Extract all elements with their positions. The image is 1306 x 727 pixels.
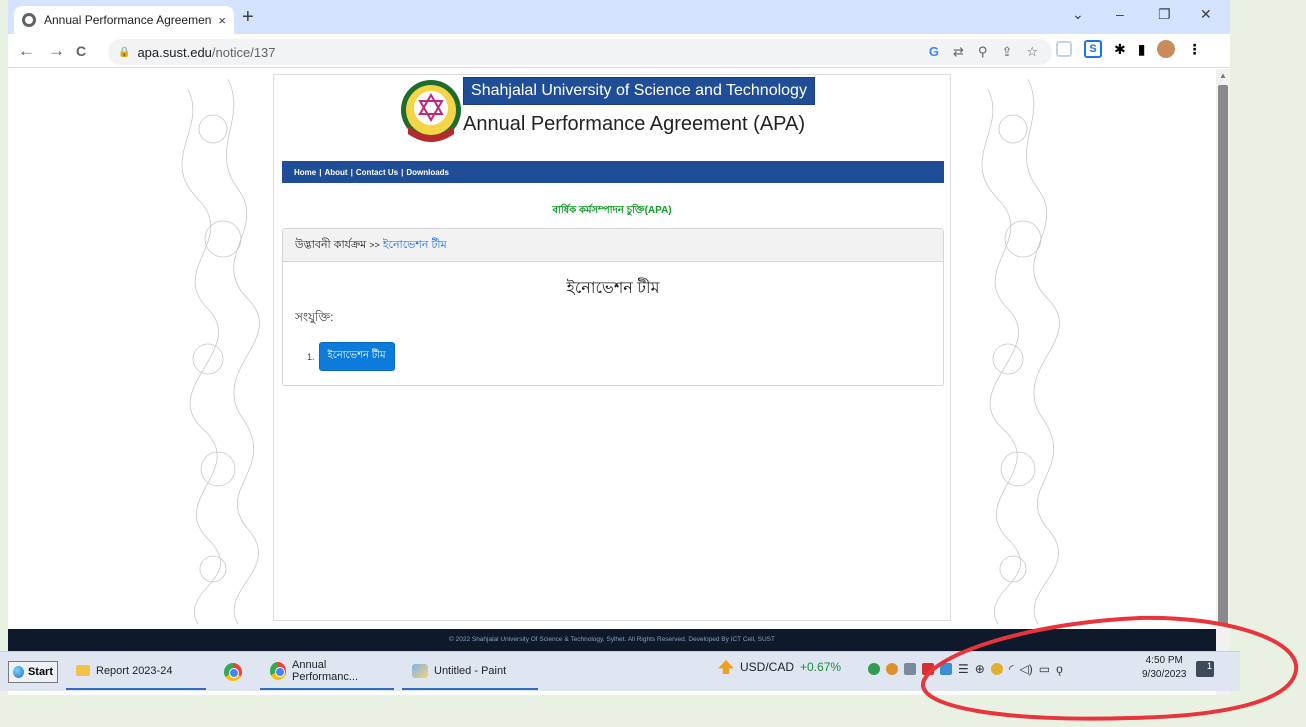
- share-icon[interactable]: ⇪: [1001, 44, 1012, 60]
- chrome-icon: [270, 661, 287, 680]
- taskbar-item-label: Annual Performanc...: [292, 658, 359, 683]
- breadcrumb-current-link[interactable]: ইনোভেশন টীম: [383, 236, 447, 255]
- url-host: apa.sust.edu: [137, 44, 212, 60]
- bookmark-star-icon[interactable]: ☆: [1026, 44, 1038, 60]
- ticker-symbol: USD/CAD: [740, 660, 795, 674]
- scrollbar-thumb[interactable]: [1218, 85, 1228, 625]
- taskbar-item-report[interactable]: Report 2023-24: [66, 654, 206, 690]
- nav-separator: |: [319, 167, 322, 177]
- system-tray: ☰ ⊕ ◜ ◁) ▭ ǫ: [868, 662, 1063, 676]
- url-path: /notice/137: [211, 44, 276, 60]
- extensions-area: S ✱ ▮ ⋮: [1056, 40, 1201, 58]
- system-clock[interactable]: 4:50 PM 9/30/2023: [1142, 654, 1187, 682]
- tray-list-icon[interactable]: ☰: [958, 662, 969, 676]
- nav-separator: |: [350, 167, 353, 177]
- ticker-change: +0.67%: [800, 660, 842, 674]
- chrome-icon: [224, 662, 242, 681]
- apa-bangla-heading: বার্ষিক কর্মসম্পাদন চুক্তি(APA): [552, 205, 672, 216]
- site-navbar: Home | About | Contact Us | Downloads: [282, 161, 944, 183]
- minimize-button[interactable]: –: [1116, 6, 1124, 22]
- clock-time: 4:50 PM: [1145, 655, 1183, 666]
- tray-app-icon[interactable]: [990, 663, 1003, 675]
- clock-date: 9/30/2023: [1142, 669, 1187, 680]
- battery-icon[interactable]: ▭: [1039, 662, 1050, 676]
- tab-title: Annual Performance Agreement: [44, 13, 213, 27]
- content-card: Shahjalal University of Science and Tech…: [273, 74, 951, 621]
- breadcrumb: উদ্ভাবনী কার্যক্রম >> ইনোভেশন টীম: [283, 229, 943, 262]
- tray-app-icon[interactable]: [922, 663, 934, 675]
- taskbar-item-browser[interactable]: Annual Performanc...: [260, 654, 394, 690]
- zoom-icon[interactable]: ⚲: [978, 44, 988, 60]
- page-footer: © 2022 Shahjalal University Of Science &…: [8, 629, 1216, 651]
- taskbar-item-label: Untitled - Paint: [434, 664, 507, 677]
- notification-center-button[interactable]: 1: [1196, 661, 1214, 677]
- extension-icon[interactable]: [1056, 41, 1072, 57]
- volume-icon[interactable]: ◁): [1019, 662, 1032, 676]
- nav-downloads[interactable]: Downloads: [406, 168, 449, 177]
- folder-icon: [76, 665, 90, 676]
- scroll-up-icon[interactable]: ▲: [1219, 71, 1227, 80]
- notice-title: ইনোভেশন টীম: [566, 280, 660, 297]
- breadcrumb-parent: উদ্ভাবনী কার্যক্রম: [295, 238, 367, 251]
- close-window-button[interactable]: ✕: [1200, 6, 1212, 23]
- tray-app-icon[interactable]: [904, 663, 916, 675]
- browser-toolbar: ← → C 🔒 apa.sust.edu /notice/137 G ⇄ ⚲ ⇪…: [8, 34, 1230, 68]
- nav-separator: |: [401, 167, 404, 177]
- university-logo: [401, 80, 461, 142]
- back-button[interactable]: ←: [18, 41, 35, 61]
- windows-orb-icon: [13, 665, 24, 678]
- side-panel-icon[interactable]: ▮: [1138, 41, 1146, 58]
- vertical-scrollbar[interactable]: ▲ ▼: [1216, 69, 1230, 695]
- menu-icon[interactable]: ⋮: [1187, 41, 1201, 58]
- notice-panel: উদ্ভাবনী কার্যক্রম >> ইনোভেশন টীম ইনোভেশ…: [282, 228, 944, 386]
- attachment-item: 1. ইনোভেশন টীম: [307, 342, 395, 371]
- network-globe-icon[interactable]: ⊕: [975, 662, 985, 676]
- puzzle-icon[interactable]: ✱: [1114, 41, 1126, 58]
- translate-icon[interactable]: ⇄: [953, 44, 964, 60]
- language-icon[interactable]: ǫ: [1056, 662, 1063, 676]
- chevron-down-icon[interactable]: ⌄: [1072, 6, 1084, 23]
- globe-icon: [22, 13, 36, 27]
- lock-icon[interactable]: 🔒: [118, 47, 130, 58]
- tray-app-icon[interactable]: [886, 663, 898, 675]
- profile-avatar[interactable]: [1157, 40, 1176, 58]
- browser-window: Annual Performance Agreement × + ⌄ – ❐ ✕…: [8, 0, 1230, 695]
- tab-close-icon[interactable]: ×: [218, 13, 226, 28]
- site-title: Annual Performance Agreement (APA): [463, 113, 806, 135]
- wifi-icon[interactable]: ◜: [1009, 662, 1014, 676]
- tray-app-icon[interactable]: [940, 663, 952, 675]
- trend-up-icon: [718, 660, 734, 674]
- nav-contact[interactable]: Contact Us: [356, 168, 398, 177]
- attachments-label: সংযুক্তি:: [295, 310, 334, 324]
- start-label: Start: [27, 665, 53, 678]
- forward-button[interactable]: →: [48, 41, 65, 61]
- taskbar-item-label: Report 2023-24: [96, 664, 173, 677]
- nav-home[interactable]: Home: [294, 168, 316, 177]
- university-name-banner: Shahjalal University of Science and Tech…: [463, 77, 815, 105]
- attachment-download-button[interactable]: ইনোভেশন টীম: [318, 342, 395, 371]
- taskbar-item-paint[interactable]: Untitled - Paint: [402, 654, 538, 690]
- start-button[interactable]: Start: [8, 660, 58, 683]
- tab-active[interactable]: Annual Performance Agreement ×: [14, 6, 234, 34]
- taskbar-item-chrome-pinned[interactable]: [214, 654, 252, 690]
- reload-button[interactable]: C: [76, 43, 86, 59]
- address-bar[interactable]: 🔒 apa.sust.edu /notice/137 G ⇄ ⚲ ⇪ ☆: [108, 39, 1052, 65]
- google-lens-icon[interactable]: G: [929, 44, 939, 60]
- nav-about[interactable]: About: [324, 168, 347, 177]
- restore-button[interactable]: ❐: [1158, 6, 1171, 23]
- tab-strip: Annual Performance Agreement × + ⌄ – ❐ ✕: [8, 0, 1230, 34]
- tray-app-icon[interactable]: [868, 663, 880, 675]
- taskbar: Start Report 2023-24 Annual Performanc..…: [0, 651, 1240, 691]
- page-viewport: Shahjalal University of Science and Tech…: [8, 69, 1216, 695]
- currency-ticker[interactable]: USD/CAD +0.67%: [718, 660, 841, 674]
- attachment-index: 1.: [307, 351, 315, 362]
- breadcrumb-separator: >>: [369, 240, 380, 250]
- new-tab-button[interactable]: +: [242, 6, 254, 28]
- extension-s-icon[interactable]: S: [1084, 40, 1102, 58]
- paint-icon: [412, 663, 428, 678]
